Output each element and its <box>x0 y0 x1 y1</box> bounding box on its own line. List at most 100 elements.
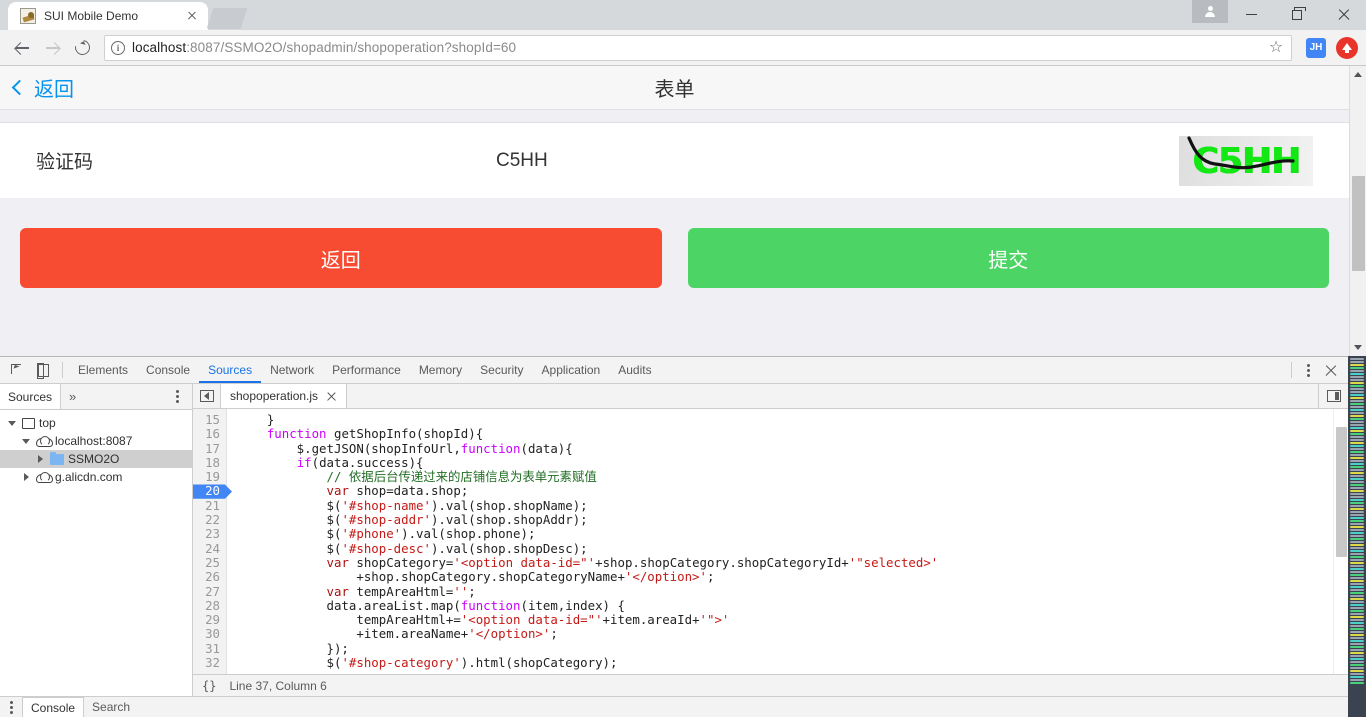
code-lines[interactable]: } function getShopInfo(shopId){ $.getJSO… <box>227 409 1333 674</box>
tab-performance[interactable]: Performance <box>323 357 410 383</box>
extension-upload-icon[interactable] <box>1336 36 1358 59</box>
code-line[interactable]: var shopCategory='<option data-id="'+sho… <box>237 555 1333 570</box>
extension-jh-icon[interactable]: JH <box>1306 37 1326 58</box>
tree-item-localhost[interactable]: localhost:8087 <box>0 432 192 450</box>
editor-tab-shopoperation-js[interactable]: shopoperation.js <box>221 384 348 408</box>
minimap-line <box>1350 664 1364 666</box>
code-minimap[interactable] <box>1348 356 1366 717</box>
drawer-tab-console[interactable]: Console <box>22 697 85 717</box>
code-line[interactable]: $('#phone').val(shop.phone); <box>237 527 1333 541</box>
toggle-debugger-sidebar-button[interactable] <box>1318 384 1348 408</box>
navigator-tab-sources[interactable]: Sources <box>0 384 62 409</box>
tab-application[interactable]: Application <box>533 357 610 383</box>
toggle-navigator-button[interactable] <box>193 384 221 408</box>
tab-memory[interactable]: Memory <box>410 357 471 383</box>
line-number[interactable]: 30 <box>193 627 226 641</box>
code-line[interactable]: var shop=data.shop; <box>237 484 1333 498</box>
minimize-button[interactable] <box>1228 0 1274 29</box>
code-line[interactable]: +item.areaName+'</option>'; <box>237 627 1333 641</box>
devtools-menu-icon[interactable] <box>1298 360 1318 380</box>
line-number[interactable]: 23 <box>193 527 226 541</box>
code-line[interactable]: tempAreaHtml+='<option data-id="'+item.a… <box>237 613 1333 627</box>
reload-button[interactable] <box>68 34 96 62</box>
pretty-print-button[interactable]: {} <box>199 679 219 693</box>
line-number[interactable]: 24 <box>193 541 226 556</box>
tree-item-galicdn[interactable]: g.alicdn.com <box>0 468 192 486</box>
site-info-icon[interactable]: i <box>111 40 125 55</box>
bookmark-star-icon[interactable]: ☆ <box>1267 39 1285 57</box>
twisty-down-icon[interactable] <box>20 438 32 444</box>
line-number[interactable]: 20 <box>193 484 226 498</box>
code-line[interactable]: $('#shop-category').html(shopCategory); <box>237 655 1333 670</box>
forward-button[interactable] <box>38 34 66 62</box>
maximize-button[interactable] <box>1274 0 1320 29</box>
avatar[interactable] <box>1192 0 1228 23</box>
tab-console[interactable]: Console <box>137 357 199 383</box>
tab-elements[interactable]: Elements <box>69 357 137 383</box>
twisty-down-icon[interactable] <box>6 420 18 426</box>
devtools-close-button[interactable] <box>1318 357 1344 383</box>
line-number[interactable]: 28 <box>193 598 226 613</box>
tree-item-top[interactable]: top <box>0 414 192 432</box>
tree-item-ssmo2o[interactable]: SSMO2O <box>0 450 192 468</box>
line-number[interactable]: 17 <box>193 441 226 456</box>
line-number[interactable]: 31 <box>193 641 226 656</box>
address-bar[interactable]: i localhost:8087/SSMO2O/shopadmin/shopop… <box>104 34 1292 61</box>
line-number[interactable]: 16 <box>193 427 226 441</box>
code-line[interactable]: $('#shop-name').val(shop.shopName); <box>237 498 1333 513</box>
drawer-tab-search[interactable]: Search <box>84 697 138 717</box>
back-button[interactable] <box>8 34 36 62</box>
code-line[interactable]: $('#shop-addr').val(shop.shopAddr); <box>237 512 1333 527</box>
navigator-more-tabs[interactable]: » <box>61 384 84 409</box>
code-line[interactable]: if(data.success){ <box>237 455 1333 470</box>
line-number[interactable]: 18 <box>193 455 226 470</box>
captcha-image[interactable]: C5HH <box>1179 135 1313 186</box>
drawer-menu-icon[interactable] <box>0 697 22 717</box>
code-line[interactable]: $.getJSON(shopInfoUrl,function(data){ <box>237 441 1333 456</box>
code-line[interactable]: data.areaList.map(function(item,index) { <box>237 598 1333 613</box>
tab-network[interactable]: Network <box>261 357 323 383</box>
line-number[interactable]: 15 <box>193 412 226 427</box>
line-number[interactable]: 25 <box>193 555 226 570</box>
code-line[interactable]: }); <box>237 641 1333 656</box>
navigator-menu[interactable] <box>167 384 192 409</box>
page-scrollbar[interactable] <box>1349 66 1366 356</box>
twisty-right-icon[interactable] <box>34 455 46 463</box>
code-line[interactable]: function getShopInfo(shopId){ <box>237 427 1333 441</box>
line-number[interactable]: 29 <box>193 613 226 627</box>
close-icon[interactable] <box>184 8 200 24</box>
code-line[interactable]: } <box>237 412 1333 427</box>
code-content[interactable]: 15 16 17 18 19 20 21 22 23 24 25 26 27 28 29 30 31 32 } f… <box>193 409 1333 674</box>
close-icon[interactable] <box>326 391 337 402</box>
line-number[interactable]: 32 <box>193 655 226 670</box>
scroll-down-button[interactable] <box>1350 339 1366 356</box>
devtools-right-edge[interactable] <box>1348 356 1366 717</box>
editor-scroll-up[interactable] <box>1334 409 1349 423</box>
new-tab-button[interactable] <box>206 8 248 29</box>
editor-scroll-down[interactable] <box>1334 660 1349 674</box>
editor-scroll-thumb[interactable] <box>1336 427 1347 557</box>
scroll-up-button[interactable] <box>1350 66 1366 83</box>
code-line[interactable]: // 依据后台传递过来的店铺信息为表单元素赋值 <box>237 470 1333 484</box>
tab-security[interactable]: Security <box>471 357 532 383</box>
line-number[interactable]: 22 <box>193 512 226 527</box>
line-number-gutter[interactable]: 15 16 17 18 19 20 21 22 23 24 25 26 27 28 29 30 31 32 <box>193 409 227 674</box>
browser-tab[interactable]: SUI Mobile Demo <box>8 2 208 30</box>
device-toolbar-button[interactable] <box>30 357 56 383</box>
line-number[interactable]: 27 <box>193 584 226 599</box>
code-line[interactable]: +shop.shopCategory.shopCategoryName+'</o… <box>237 570 1333 584</box>
tab-audits[interactable]: Audits <box>609 357 660 383</box>
page-back-button[interactable]: 返回 <box>20 228 662 288</box>
inspect-element-button[interactable] <box>4 357 30 383</box>
window-close-button[interactable] <box>1320 0 1366 29</box>
page-scroll-thumb[interactable] <box>1352 176 1365 271</box>
twisty-right-icon[interactable] <box>20 473 32 481</box>
code-line[interactable]: var tempAreaHtml=''; <box>237 584 1333 599</box>
code-line[interactable]: $('#shop-desc').val(shop.shopDesc); <box>237 541 1333 556</box>
page-back-link[interactable]: 返回 <box>0 73 74 102</box>
tab-sources[interactable]: Sources <box>199 357 261 383</box>
editor-scrollbar[interactable] <box>1333 409 1348 674</box>
line-number[interactable]: 21 <box>193 498 226 513</box>
page-submit-button[interactable]: 提交 <box>687 228 1329 288</box>
line-number[interactable]: 26 <box>193 570 226 584</box>
